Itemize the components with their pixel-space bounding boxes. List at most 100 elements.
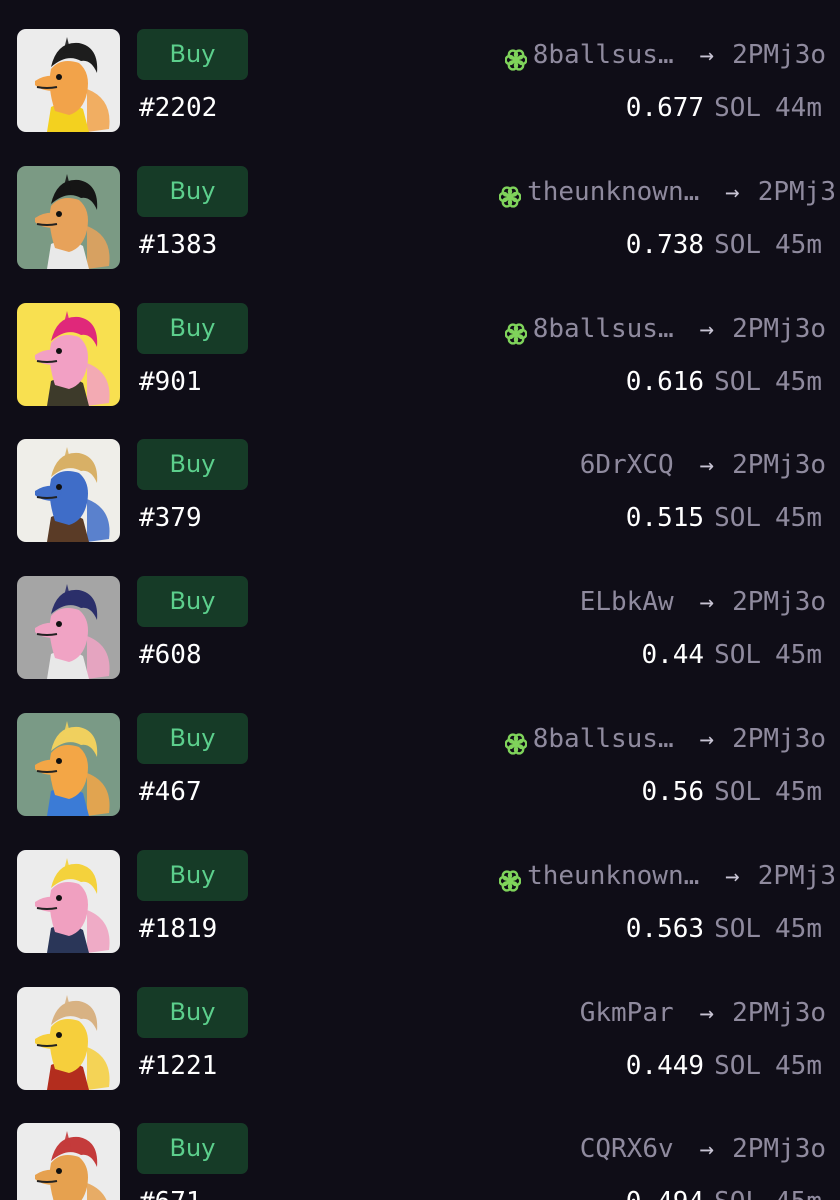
- price-line: 0.515 SOL 45m: [626, 500, 822, 536]
- seller-address[interactable]: 8ballsus…: [533, 36, 674, 74]
- buyer-address[interactable]: 2PMj3o: [732, 583, 826, 621]
- sale-price: 0.449: [625, 1050, 705, 1081]
- sale-price: 0.738: [625, 229, 705, 260]
- buyer-address[interactable]: 2PMj3o: [732, 310, 826, 348]
- price-unit: SOL: [714, 1050, 762, 1081]
- price-line: 0.738 SOL 45m: [626, 227, 822, 263]
- sale-row-1: Buy #1383 theunknown… → 2PMj3 0.738 SOL 45…: [0, 137, 840, 274]
- verified-flower-icon: [504, 318, 528, 345]
- token-number: #467: [139, 777, 202, 807]
- sale-price: 0.563: [625, 913, 705, 944]
- token-number: #1221: [139, 1050, 218, 1081]
- buy-button[interactable]: Buy: [137, 165, 248, 217]
- price-line: 0.563 SOL 45m: [626, 911, 822, 947]
- buyer-address[interactable]: 2PMj3o: [732, 994, 826, 1032]
- transfer-line: theunknown… → 2PMj3: [498, 173, 836, 211]
- sale-age: 45m: [775, 913, 822, 944]
- arrow-right-icon: →: [699, 725, 715, 753]
- transfer-line: theunknown… → 2PMj3: [498, 857, 836, 895]
- nft-thumbnail[interactable]: [17, 165, 120, 269]
- seller-address[interactable]: 8ballsus…: [533, 310, 674, 348]
- buy-button[interactable]: Buy: [137, 29, 248, 80]
- price-unit: SOL: [714, 93, 762, 123]
- price-unit: SOL: [714, 640, 762, 671]
- straw-hat-dragon-avatar: [17, 713, 120, 816]
- sale-price: 0.494: [626, 1187, 704, 1200]
- seller-address[interactable]: 6DrXCQ: [580, 446, 674, 484]
- price-line: 0.56 SOL 45m: [641, 774, 822, 810]
- transfer-line: 8ballsus… → 2PMj3o: [504, 36, 826, 74]
- sale-row-2: Buy #901 8ballsus… → 2PMj3o 0.616 SOL 45m: [0, 274, 840, 411]
- buy-button[interactable]: Buy: [137, 1123, 248, 1175]
- seller-address[interactable]: ELbkAw: [580, 583, 674, 621]
- buyer-address[interactable]: 2PMj3: [758, 173, 836, 211]
- token-number: #2202: [139, 93, 218, 123]
- buy-button[interactable]: Buy: [137, 439, 248, 491]
- buyer-address[interactable]: 2PMj3o: [732, 1130, 826, 1168]
- nft-thumbnail[interactable]: [17, 1123, 120, 1200]
- token-number: #1819: [139, 913, 218, 944]
- sale-price: 0.677: [625, 93, 705, 123]
- price-unit: SOL: [714, 913, 762, 944]
- nft-thumbnail[interactable]: [17, 302, 120, 406]
- buy-button[interactable]: Buy: [137, 849, 248, 901]
- nft-thumbnail[interactable]: [17, 576, 120, 680]
- price-line: 0.494 SOL 45m: [626, 1184, 822, 1200]
- sale-age: 45m: [775, 1187, 822, 1200]
- blue-dragon-fur-hood-avatar: [17, 439, 120, 543]
- sale-price: 0.515: [625, 503, 705, 534]
- verified-flower-icon: [504, 44, 528, 71]
- arrow-right-icon: →: [699, 1135, 715, 1164]
- seller-address[interactable]: CQRX6v: [580, 1130, 674, 1168]
- price-unit: SOL: [714, 229, 762, 260]
- buyer-address[interactable]: 2PMj3o: [732, 446, 826, 484]
- verified-flower-icon: [498, 865, 522, 892]
- sale-row-5: Buy #467 8ballsus… → 2PMj3o 0.56 SOL 45m: [0, 684, 840, 821]
- transfer-line: 6DrXCQ → 2PMj3o: [580, 446, 826, 484]
- nft-thumbnail[interactable]: [17, 439, 120, 543]
- seller-address[interactable]: 8ballsus…: [533, 720, 674, 758]
- orange-dragon-avatar: [17, 1123, 120, 1200]
- buy-button[interactable]: Buy: [137, 576, 248, 628]
- arrow-right-icon: →: [699, 451, 715, 480]
- seller-address[interactable]: theunknown…: [527, 173, 699, 211]
- sale-row-8: Buy #671 CQRX6v → 2PMj3o 0.494 SOL 45m: [0, 1094, 840, 1200]
- sale-row-6: Buy #1819 theunknown… → 2PMj3 0.563 SOL 45…: [0, 821, 840, 958]
- arrow-right-icon: →: [699, 41, 715, 69]
- sales-list: Buy #2202 8ballsus… → 2PMj3o 0.677 SOL 44m…: [0, 0, 840, 1200]
- nft-thumbnail[interactable]: [17, 713, 120, 816]
- price-line: 0.677 SOL 44m: [626, 90, 822, 126]
- price-line: 0.449 SOL 45m: [626, 1048, 822, 1084]
- buy-button[interactable]: Buy: [137, 713, 248, 764]
- seller-address[interactable]: theunknown…: [527, 857, 699, 895]
- token-number: #1383: [139, 229, 218, 260]
- buy-button[interactable]: Buy: [137, 302, 248, 354]
- sale-price: 0.56: [641, 777, 705, 807]
- buyer-address[interactable]: 2PMj3o: [732, 720, 826, 758]
- buyer-address[interactable]: 2PMj3o: [732, 36, 826, 74]
- token-number: #379: [139, 503, 202, 534]
- sale-age: 45m: [775, 640, 822, 671]
- sale-price: 0.44: [641, 640, 705, 671]
- transfer-line: 8ballsus… → 2PMj3o: [504, 310, 826, 348]
- seller-address[interactable]: GkmPar: [580, 994, 674, 1032]
- nft-thumbnail[interactable]: [17, 986, 120, 1090]
- price-unit: SOL: [714, 366, 762, 397]
- price-line: 0.44 SOL 45m: [641, 637, 822, 673]
- price-unit: SOL: [714, 777, 762, 807]
- price-unit: SOL: [714, 1187, 761, 1200]
- sale-row-7: Buy #1221 GkmPar → 2PMj3o 0.449 SOL 45m: [0, 958, 840, 1095]
- sale-row-4: Buy #608 ELbkAw → 2PMj3o 0.44 SOL 45m: [0, 547, 840, 684]
- arrow-right-icon: →: [699, 314, 715, 343]
- nft-thumbnail[interactable]: [17, 849, 120, 953]
- token-number: #901: [139, 366, 202, 397]
- buyer-address[interactable]: 2PMj3: [758, 857, 836, 895]
- token-number: #608: [139, 640, 202, 671]
- nft-thumbnail[interactable]: [17, 29, 120, 132]
- buy-button[interactable]: Buy: [137, 986, 248, 1038]
- crowned-pink-dragon-avatar: [17, 849, 120, 953]
- mohawk-dragon-avatar: [17, 165, 120, 269]
- transfer-line: 8ballsus… → 2PMj3o: [504, 720, 826, 758]
- token-number: #671: [139, 1184, 202, 1200]
- transfer-line: CQRX6v → 2PMj3o: [580, 1130, 826, 1168]
